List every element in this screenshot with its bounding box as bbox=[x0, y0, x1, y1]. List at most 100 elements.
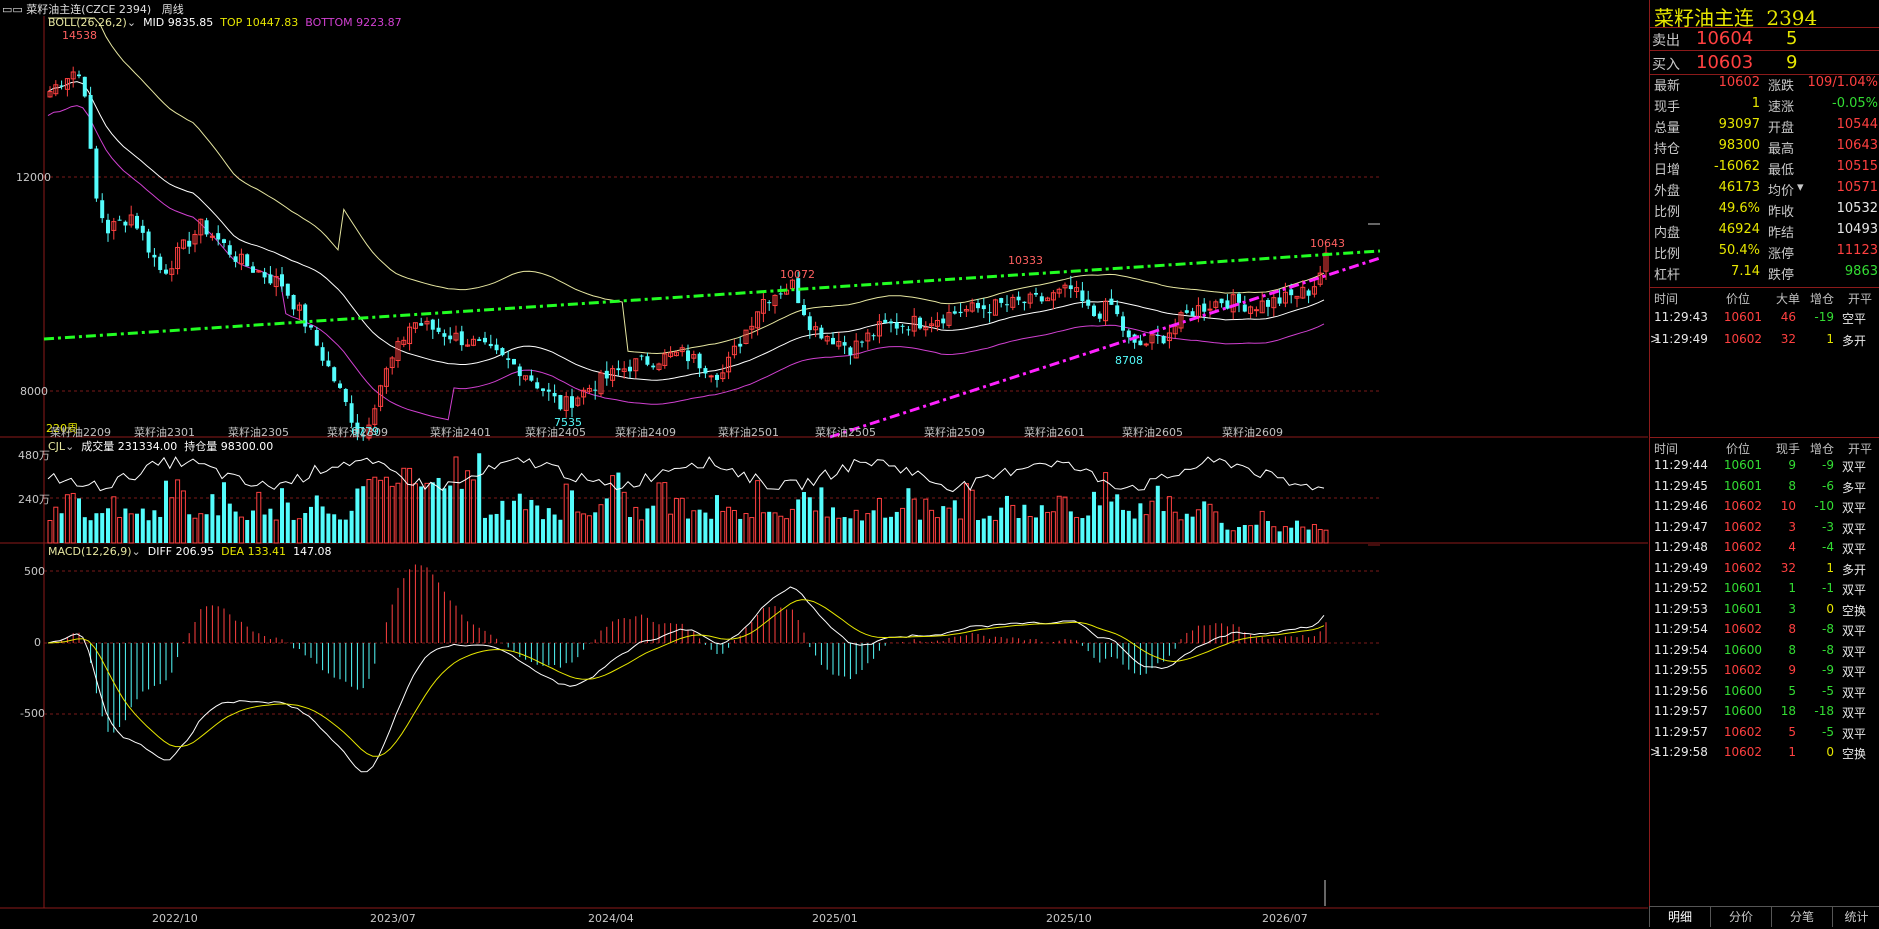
macd-indicator-label[interactable]: MACD(12,26,9) bbox=[48, 545, 132, 558]
candle-body bbox=[436, 327, 441, 332]
high-annotation: 10072 bbox=[780, 268, 815, 281]
open-interest-change: 1 bbox=[1826, 560, 1834, 575]
candle-body bbox=[889, 321, 893, 324]
buy-price[interactable]: 10603 bbox=[1696, 52, 1753, 73]
trade-type: 双平 bbox=[1842, 501, 1867, 515]
volume-bar bbox=[477, 453, 482, 543]
contract-label: 菜籽油2305 bbox=[228, 426, 289, 439]
table-row[interactable]: 11:29:45 10601 8 -6 多平 bbox=[1650, 479, 1879, 499]
boll-indicator-label[interactable]: BOLL(26,26,2) bbox=[48, 16, 127, 29]
trade-time: 11:29:48 bbox=[1654, 540, 1708, 554]
tab-by-price[interactable]: 分价 bbox=[1710, 906, 1771, 927]
volume-bar bbox=[268, 508, 273, 543]
table-row[interactable]: 11:29:48 10602 4 -4 双平 bbox=[1650, 540, 1879, 560]
open-interest-change: -6 bbox=[1822, 478, 1834, 493]
candle-body bbox=[448, 335, 453, 340]
trade-price: 10601 bbox=[1723, 581, 1762, 595]
trade-volume: 8 bbox=[1788, 478, 1796, 493]
sell-price[interactable]: 10604 bbox=[1696, 28, 1753, 49]
trade-time: 11:29:46 bbox=[1654, 499, 1708, 513]
macd-diff-value: DIFF 206.95 bbox=[147, 545, 215, 558]
volume-bar bbox=[628, 517, 632, 543]
kline-chart-area[interactable]: ▭▭ 菜籽油主连(CZCE 2394) 周线 BOLL(26,26,2)⌄ MI… bbox=[0, 0, 1648, 926]
candle-body bbox=[697, 353, 702, 369]
volume-bar bbox=[546, 508, 551, 543]
volume-bar bbox=[1259, 510, 1265, 544]
chart-svg[interactable] bbox=[0, 0, 1648, 926]
trendline-resistance[interactable] bbox=[43, 249, 1381, 341]
tab-detail[interactable]: 明细 bbox=[1649, 906, 1710, 927]
open-interest-change: -8 bbox=[1822, 622, 1834, 636]
table-row[interactable]: >11:29:49 10602 32 1 多开 bbox=[1650, 332, 1879, 352]
contract-label: 菜籽油2309 bbox=[327, 426, 388, 439]
table-row[interactable]: 11:29:49 10602 32 1 多开 bbox=[1650, 561, 1879, 581]
volume-bar bbox=[1237, 526, 1241, 543]
volume-bar bbox=[853, 509, 859, 544]
table-row[interactable]: 11:29:47 10602 3 -3 双平 bbox=[1650, 520, 1879, 540]
candle-body bbox=[459, 331, 464, 346]
tab-by-trade[interactable]: 分笔 bbox=[1771, 906, 1832, 927]
candle-body bbox=[506, 358, 511, 360]
volume-bar bbox=[158, 516, 163, 543]
table-row[interactable]: 11:29:57 10600 18 -18 双平 bbox=[1650, 704, 1879, 724]
dropdown-icon[interactable]: ⌄ bbox=[132, 545, 141, 558]
macd-value: 147.08 bbox=[293, 545, 332, 558]
volume-bar bbox=[593, 512, 598, 543]
table-row[interactable]: 11:29:52 10601 1 -1 双平 bbox=[1650, 581, 1879, 601]
column-header: 开平 bbox=[1848, 442, 1873, 456]
candle-body bbox=[1034, 292, 1038, 295]
volume-indicator-label[interactable]: CJL bbox=[48, 440, 65, 453]
table-row[interactable]: 11:29:57 10602 5 -5 双平 bbox=[1650, 725, 1879, 745]
candle-body bbox=[1086, 299, 1091, 306]
quote-label: 日增 bbox=[1654, 163, 1681, 178]
table-header: 时间 价位 现手 增仓 开平 bbox=[1650, 440, 1879, 460]
dropdown-icon[interactable]: ⌄ bbox=[65, 440, 74, 453]
volume-bar bbox=[1323, 529, 1329, 544]
chevron-down-icon[interactable]: ▾ bbox=[1797, 180, 1804, 195]
trade-type: 双平 bbox=[1842, 706, 1867, 720]
table-row[interactable]: 11:29:53 10601 3 0 空换 bbox=[1650, 602, 1879, 622]
volume-bar bbox=[963, 483, 969, 544]
volume-bar bbox=[552, 514, 557, 543]
candle-body bbox=[517, 366, 522, 377]
trade-volume: 9 bbox=[1788, 458, 1796, 472]
volume-bar bbox=[755, 480, 761, 544]
dropdown-icon[interactable]: ⌄ bbox=[127, 16, 136, 29]
volume-bar bbox=[1080, 518, 1085, 543]
table-row[interactable]: 11:29:55 10602 9 -9 双平 bbox=[1650, 663, 1879, 683]
volume-bar bbox=[1155, 485, 1160, 543]
volume-bar bbox=[233, 511, 238, 543]
table-row[interactable]: 11:29:54 10602 8 -8 双平 bbox=[1650, 622, 1879, 642]
contract-label: 菜籽油2401 bbox=[430, 426, 491, 439]
table-row[interactable]: >11:29:58 10602 1 0 空换 bbox=[1650, 745, 1879, 765]
candle-body bbox=[332, 367, 337, 382]
macd-axis-label: 500 bbox=[24, 565, 45, 578]
candle-body bbox=[140, 225, 145, 233]
volume-value: 成交量 231334.00 bbox=[81, 440, 178, 453]
window-icon: ▭▭ bbox=[2, 3, 23, 16]
date-axis-label: 2023/07 bbox=[370, 912, 416, 925]
macd-diff-line bbox=[47, 586, 1325, 773]
tab-stats[interactable]: 统计 bbox=[1832, 906, 1879, 927]
quote-row: 比例 50.4% 涨停 11123 bbox=[1650, 243, 1879, 265]
candle-body bbox=[106, 219, 110, 234]
volume-bar bbox=[679, 497, 685, 544]
table-row[interactable]: 11:29:54 10600 8 -8 双平 bbox=[1650, 643, 1879, 663]
volume-bar bbox=[906, 488, 911, 543]
column-header: 时间 bbox=[1654, 292, 1679, 306]
volume-bar bbox=[772, 512, 778, 544]
volume-bar bbox=[1282, 526, 1288, 544]
volume-bar bbox=[749, 517, 755, 544]
volume-bar bbox=[1039, 505, 1044, 543]
volume-bar bbox=[929, 509, 935, 544]
table-row[interactable]: 11:29:43 10601 46 -19 空平 bbox=[1650, 310, 1879, 330]
quote-value: 10544 bbox=[1836, 117, 1878, 132]
table-row[interactable]: 11:29:46 10602 10 -10 双平 bbox=[1650, 499, 1879, 519]
table-row[interactable]: 11:29:44 10601 9 -9 双平 bbox=[1650, 458, 1879, 478]
period-selector[interactable]: 周线 bbox=[162, 3, 184, 16]
candle-body bbox=[164, 269, 168, 274]
candle-body bbox=[541, 388, 545, 391]
high-annotation: 10333 bbox=[1008, 254, 1043, 267]
volume-bar bbox=[1027, 516, 1033, 544]
table-row[interactable]: 11:29:56 10600 5 -5 双平 bbox=[1650, 684, 1879, 704]
